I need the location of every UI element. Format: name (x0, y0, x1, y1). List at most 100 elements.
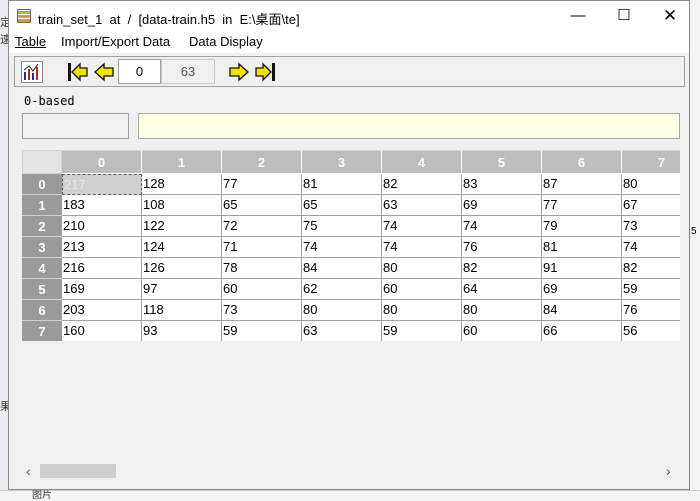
column-header[interactable]: 4 (382, 150, 462, 174)
table-cell[interactable]: 56 (622, 321, 680, 341)
table-cell[interactable]: 81 (542, 237, 622, 258)
table-cell[interactable]: 62 (302, 279, 382, 300)
table-cell[interactable]: 91 (542, 258, 622, 279)
last-page-icon[interactable] (254, 61, 276, 83)
row-header[interactable]: 4 (22, 258, 62, 279)
table-cell[interactable]: 69 (462, 195, 542, 216)
menu-data-display[interactable]: Data Display (189, 34, 263, 49)
table-cell[interactable]: 65 (222, 195, 302, 216)
table-cell[interactable]: 78 (222, 258, 302, 279)
table-cell[interactable]: 122 (142, 216, 222, 237)
row-header[interactable]: 3 (22, 237, 62, 258)
table-cell[interactable]: 169 (62, 279, 142, 300)
maximize-button[interactable]: ☐ (601, 1, 647, 31)
table-cell[interactable]: 84 (542, 300, 622, 321)
table-cell[interactable]: 217 (62, 174, 142, 195)
table-cell[interactable]: 183 (62, 195, 142, 216)
table-cell[interactable]: 126 (142, 258, 222, 279)
column-header[interactable]: 6 (542, 150, 622, 174)
table-cell[interactable]: 81 (302, 174, 382, 195)
previous-page-icon[interactable] (93, 61, 115, 83)
table-cell[interactable]: 73 (222, 300, 302, 321)
table-cell[interactable]: 203 (62, 300, 142, 321)
close-button[interactable]: ✕ (647, 1, 693, 31)
column-header[interactable]: 7 (622, 150, 680, 174)
title-bar[interactable]: train_set_1 at / [data-train.h5 in E:\桌面… (9, 1, 689, 31)
table-cell[interactable]: 210 (62, 216, 142, 237)
row-header[interactable]: 2 (22, 216, 62, 237)
table-cell[interactable]: 82 (622, 258, 680, 279)
table-cell[interactable]: 77 (222, 174, 302, 195)
table-icon (17, 9, 31, 23)
table-cell[interactable]: 60 (462, 321, 542, 341)
next-page-icon[interactable] (228, 61, 250, 83)
table-cell[interactable]: 77 (542, 195, 622, 216)
column-header[interactable]: 0 (62, 150, 142, 174)
table-cell[interactable]: 213 (62, 237, 142, 258)
row-header[interactable]: 1 (22, 195, 62, 216)
table-cell[interactable]: 93 (142, 321, 222, 341)
table-cell[interactable]: 216 (62, 258, 142, 279)
table-cell[interactable]: 64 (462, 279, 542, 300)
row-header[interactable]: 5 (22, 279, 62, 300)
table-cell[interactable]: 63 (382, 195, 462, 216)
table-cell[interactable]: 76 (622, 300, 680, 321)
row-header[interactable]: 7 (22, 321, 62, 341)
table-cell[interactable]: 80 (462, 300, 542, 321)
table-cell[interactable]: 80 (382, 300, 462, 321)
table-cell[interactable]: 74 (382, 237, 462, 258)
table-cell[interactable]: 66 (542, 321, 622, 341)
scroll-right-icon[interactable]: › (666, 462, 680, 480)
column-header[interactable]: 3 (302, 150, 382, 174)
menu-table[interactable]: Table (15, 34, 46, 49)
table-cell[interactable]: 74 (302, 237, 382, 258)
scrollbar-thumb[interactable] (40, 464, 116, 478)
table-cell[interactable]: 71 (222, 237, 302, 258)
table-cell[interactable]: 124 (142, 237, 222, 258)
table-cell[interactable]: 128 (142, 174, 222, 195)
table-cell[interactable]: 59 (622, 279, 680, 300)
table-cell[interactable]: 160 (62, 321, 142, 341)
scroll-left-icon[interactable]: ‹ (26, 462, 40, 480)
table-cell[interactable]: 79 (542, 216, 622, 237)
table-cell[interactable]: 69 (542, 279, 622, 300)
table-cell[interactable]: 83 (462, 174, 542, 195)
table-cell[interactable]: 108 (142, 195, 222, 216)
table-cell[interactable]: 84 (302, 258, 382, 279)
minimize-button[interactable]: — (555, 1, 601, 31)
column-header[interactable]: 2 (222, 150, 302, 174)
table-cell[interactable]: 118 (142, 300, 222, 321)
table-cell[interactable]: 73 (622, 216, 680, 237)
table-cell[interactable]: 74 (382, 216, 462, 237)
row-header[interactable]: 0 (22, 174, 62, 195)
table-cell[interactable]: 65 (302, 195, 382, 216)
table-cell[interactable]: 80 (382, 258, 462, 279)
table-cell[interactable]: 76 (462, 237, 542, 258)
cell-value-field[interactable] (138, 113, 680, 139)
table-cell[interactable]: 80 (622, 174, 680, 195)
table-cell[interactable]: 74 (622, 237, 680, 258)
table-cell[interactable]: 80 (302, 300, 382, 321)
table-cell[interactable]: 59 (382, 321, 462, 341)
column-header[interactable]: 5 (462, 150, 542, 174)
table-cell[interactable]: 60 (382, 279, 462, 300)
cell-location-field[interactable] (22, 113, 129, 139)
horizontal-scrollbar[interactable]: ‹ › (22, 462, 680, 480)
table-cell[interactable]: 59 (222, 321, 302, 341)
table-cell[interactable]: 87 (542, 174, 622, 195)
chart-icon[interactable] (21, 61, 43, 83)
table-cell[interactable]: 67 (622, 195, 680, 216)
first-page-icon[interactable] (67, 61, 89, 83)
table-cell[interactable]: 82 (462, 258, 542, 279)
table-cell[interactable]: 63 (302, 321, 382, 341)
column-header[interactable]: 1 (142, 150, 222, 174)
table-cell[interactable]: 74 (462, 216, 542, 237)
table-cell[interactable]: 75 (302, 216, 382, 237)
page-input[interactable]: 0 (118, 59, 161, 84)
menu-import-export-data[interactable]: Import/Export Data (61, 34, 170, 49)
row-header[interactable]: 6 (22, 300, 62, 321)
table-cell[interactable]: 97 (142, 279, 222, 300)
table-cell[interactable]: 82 (382, 174, 462, 195)
table-cell[interactable]: 72 (222, 216, 302, 237)
table-cell[interactable]: 60 (222, 279, 302, 300)
